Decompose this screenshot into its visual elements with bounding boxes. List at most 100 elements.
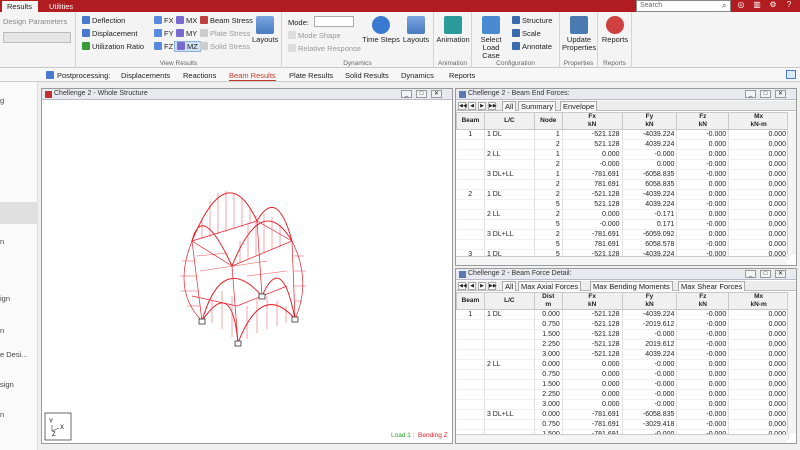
column-header[interactable]: Mx kN-m — [728, 112, 789, 130]
column-header[interactable]: Dist m — [533, 292, 563, 310]
update-properties-button[interactable]: Update Properties — [562, 16, 596, 52]
force-detail-window[interactable]: Chellenge 2 - Beam Force Detail: _ □ ✕ ◀… — [455, 268, 797, 444]
relative-response-button[interactable]: Relative Response — [288, 44, 361, 53]
beam-stress-button[interactable]: Beam Stress — [200, 16, 253, 25]
animation-button[interactable]: Animation — [436, 16, 470, 44]
left-item[interactable]: n — [0, 410, 4, 419]
table-row[interactable]: 3.000 -521.128 4039.224 -0.000 0.000 — [456, 349, 789, 360]
table-row[interactable]: 11 DL 0.000 -521.128 -4039.224 -0.000 0.000 — [456, 309, 789, 320]
reports-button[interactable]: Reports — [600, 16, 630, 44]
settings-icon[interactable]: ⚙ — [766, 0, 780, 12]
structure-viewport[interactable]: Y X Z Load 1 : Bending Z — [42, 101, 452, 443]
table-row[interactable]: 11 DL 1 -521.128 -4039.224 -0.000 0.000 — [456, 129, 789, 140]
table-row[interactable]: 0.750 0.000 -0.000 0.000 0.000 — [456, 369, 789, 380]
table-row[interactable]: 0.750 -781.691 -3029.418 -0.000 0.000 — [456, 419, 789, 430]
tab-all[interactable]: All — [502, 281, 517, 291]
table-row[interactable]: 2 781.691 6058.835 0.000 0.000 — [456, 179, 789, 190]
design-params-dropdown[interactable] — [3, 32, 71, 43]
structure-button[interactable]: Structure — [512, 16, 552, 25]
column-header[interactable]: Beam — [456, 112, 485, 130]
nav-prev-icon[interactable]: ◀ — [468, 102, 476, 110]
nav-first-icon[interactable]: ◀◀ — [458, 102, 467, 110]
tab-results[interactable]: Results — [2, 1, 38, 12]
nav-last-icon[interactable]: ▶▶ — [488, 282, 497, 290]
minimize-button[interactable]: _ — [401, 90, 412, 98]
column-header[interactable]: Fx kN — [561, 112, 623, 130]
vertical-scrollbar[interactable] — [787, 112, 796, 255]
nav-reactions[interactable]: Reactions — [183, 71, 216, 80]
nav-first-icon[interactable]: ◀◀ — [458, 282, 467, 290]
nav-next-icon[interactable]: ▶ — [478, 282, 486, 290]
column-header[interactable]: Fy kN — [621, 292, 678, 310]
tab-all[interactable]: All — [502, 101, 517, 111]
tab-max-shear-forces[interactable]: Max Shear Forces — [678, 281, 746, 291]
tab-max-bending-moments[interactable]: Max Bending Moments — [590, 281, 673, 291]
my-button[interactable]: MY — [176, 29, 197, 38]
tab-utilities[interactable]: Utilities — [44, 1, 78, 12]
table-row[interactable]: 3 DL+LL 0.000 -781.691 -6058.835 -0.000 0.000 — [456, 409, 789, 420]
left-item[interactable]: sign — [0, 380, 14, 389]
left-item[interactable]: ign — [0, 294, 10, 303]
minimize-button[interactable]: _ — [745, 90, 756, 98]
solid-stress-button[interactable]: Solid Stress — [200, 42, 250, 51]
table-row[interactable]: 1.500 -521.128 -0.000 -0.000 0.000 — [456, 329, 789, 340]
column-header[interactable]: Fz kN — [676, 112, 730, 130]
minimize-button[interactable]: _ — [745, 270, 756, 278]
table-row[interactable]: 2 521.128 4039.224 0.000 0.000 — [456, 139, 789, 150]
fz-button[interactable]: FZ — [154, 42, 173, 51]
nav-solid-results[interactable]: Solid Results — [345, 71, 389, 80]
plate-stress-button[interactable]: Plate Stress — [200, 29, 250, 38]
end-forces-table[interactable]: Beam L/C Node Fx kN Fy kN Fz kN Mx kN-m 1 1 DL 1 -521.… — [456, 112, 789, 260]
nav-last-icon[interactable]: ▶▶ — [488, 102, 497, 110]
column-header[interactable]: Fy kN — [621, 112, 678, 130]
horizontal-scrollbar[interactable] — [456, 434, 787, 443]
column-header[interactable]: L/C — [483, 292, 535, 310]
dynamics-layouts-button[interactable]: Layouts — [402, 16, 430, 44]
nav-prev-icon[interactable]: ◀ — [468, 282, 476, 290]
help-icon[interactable]: ? — [782, 0, 796, 12]
left-item[interactable]: e Desi... — [0, 350, 28, 359]
left-item[interactable]: g — [0, 96, 4, 105]
maximize-button[interactable]: □ — [416, 90, 427, 98]
nav-displacements[interactable]: Displacements — [121, 71, 170, 80]
panel-toggle-icon[interactable] — [786, 70, 796, 79]
table-row[interactable]: 5 781.691 6058.578 -0.000 0.000 — [456, 239, 789, 250]
table-row[interactable]: 2 LL 2 0.000 -0.171 0.000 0.000 — [456, 209, 789, 220]
deflection-button[interactable]: Deflection — [82, 16, 125, 25]
close-button[interactable]: ✕ — [775, 90, 786, 98]
table-row[interactable]: 1.500 0.000 -0.000 0.000 0.000 — [456, 379, 789, 390]
structure-window[interactable]: Chellenge 2 - Whole Structure _ □ ✕ Y X … — [41, 88, 453, 444]
table-row[interactable]: 5 -0.000 0.171 -0.000 0.000 — [456, 219, 789, 230]
table-row[interactable]: 0.750 -521.128 -2019.612 -0.000 0.000 — [456, 319, 789, 330]
column-header[interactable]: Node — [533, 112, 563, 130]
force-detail-table[interactable]: Beam L/C Dist m Fx kN Fy kN Fz kN Mx kN-m 1 1 DL 0.000… — [456, 292, 789, 440]
column-header[interactable]: Beam — [456, 292, 485, 310]
table-row[interactable]: 3.000 0.000 -0.000 0.000 0.000 — [456, 399, 789, 410]
table-row[interactable]: 2 LL 1 0.000 -0.000 0.000 0.000 — [456, 149, 789, 160]
close-button[interactable]: ✕ — [431, 90, 442, 98]
left-item[interactable]: n — [0, 326, 4, 335]
column-header[interactable]: L/C — [483, 112, 535, 130]
scale-button[interactable]: Scale — [512, 29, 541, 38]
search-icon[interactable]: ⌕ — [722, 1, 726, 11]
horizontal-scrollbar[interactable] — [456, 256, 787, 265]
nav-plate-results[interactable]: Plate Results — [289, 71, 333, 80]
end-forces-window[interactable]: Chellenge 2 - Beam End Forces: _ □ ✕ ◀◀ … — [455, 88, 797, 266]
building-icon[interactable]: ▥ — [750, 0, 764, 12]
fx-button[interactable]: FX — [154, 16, 174, 25]
view-layouts-button[interactable]: Layouts — [252, 16, 278, 44]
utilization-ratio-button[interactable]: Utilization Ratio — [82, 42, 144, 51]
left-item-selected[interactable] — [0, 202, 38, 224]
tab-max-axial-forces[interactable]: Max Axial Forces — [518, 281, 582, 291]
annotate-button[interactable]: Annotate — [512, 42, 552, 51]
mode-select[interactable] — [314, 16, 354, 27]
nav-next-icon[interactable]: ▶ — [478, 102, 486, 110]
displacement-button[interactable]: Displacement — [82, 29, 137, 38]
maximize-button[interactable]: □ — [760, 270, 771, 278]
table-row[interactable]: 2.250 -521.128 2019.612 -0.000 0.000 — [456, 339, 789, 350]
table-row[interactable]: 3 DL+LL 2 -781.691 -6059.092 0.000 0.000 — [456, 229, 789, 240]
left-item[interactable]: n — [0, 237, 4, 246]
table-row[interactable]: 2.250 0.000 -0.000 0.000 0.000 — [456, 389, 789, 400]
mx-button[interactable]: MX — [176, 16, 197, 25]
nav-reports[interactable]: Reports — [449, 71, 475, 80]
